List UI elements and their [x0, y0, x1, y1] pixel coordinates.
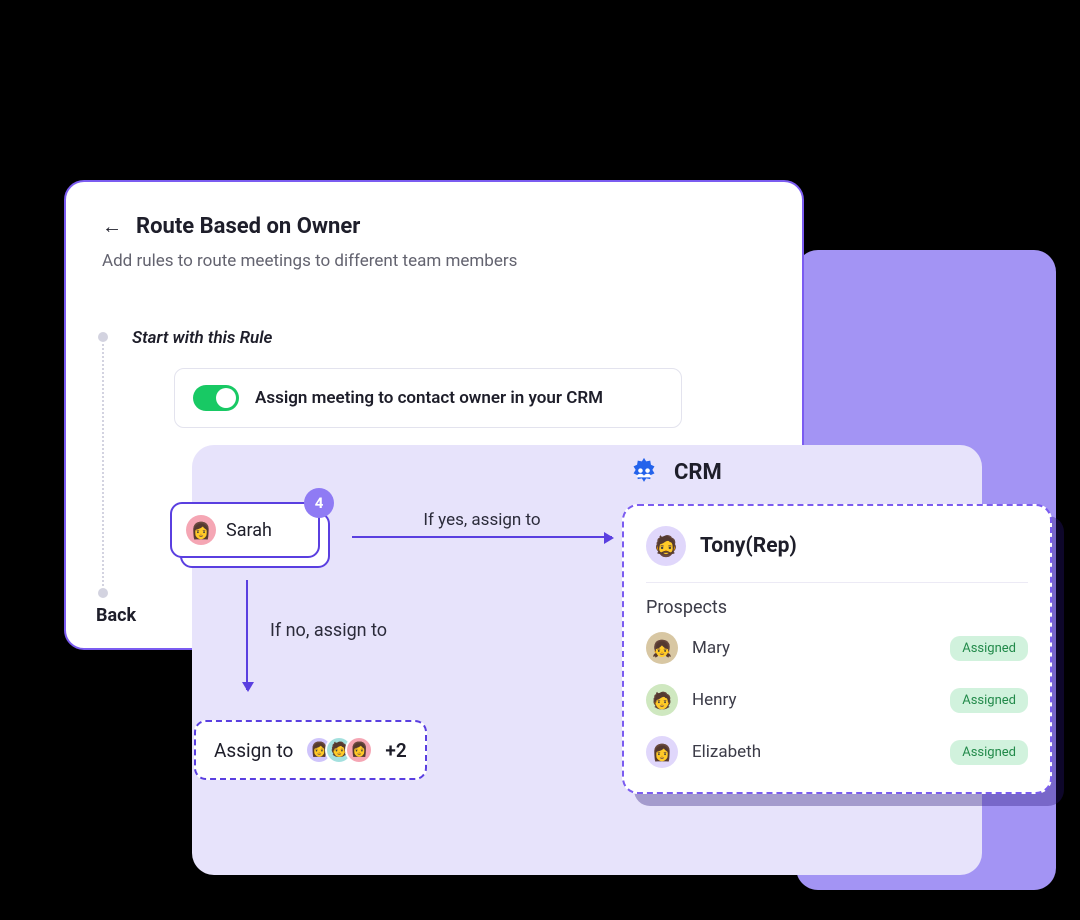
crm-rep-row: 🧔 Tony(Rep) [646, 526, 1028, 583]
rule-section-label: Start with this Rule [132, 328, 272, 348]
avatar: 👩 [646, 736, 678, 768]
prospect-name: Mary [692, 638, 936, 658]
assign-to-chip[interactable]: Assign to 👩 🧑 👩 +2 [194, 720, 427, 780]
arrow-icon [352, 536, 612, 538]
avatar: 👩 [345, 736, 373, 764]
contact-chip[interactable]: 👩 Sarah 4 [170, 502, 320, 558]
page-title: Route Based on Owner [136, 214, 360, 239]
status-badge: Assigned [950, 688, 1028, 713]
avatar: 🧑 [646, 684, 678, 716]
crm-title: CRM [674, 460, 722, 485]
prospect-row: 🧑 Henry Assigned [646, 674, 1028, 726]
timeline-dot [98, 588, 108, 598]
crm-section: CRM 🧔 Tony(Rep) Prospects 👧 Mary Assigne… [622, 454, 1052, 794]
prospect-name: Elizabeth [692, 742, 936, 762]
page-subtitle: Add rules to route meetings to different… [102, 251, 766, 271]
status-badge: Assigned [950, 636, 1028, 661]
back-button[interactable]: Back [96, 605, 136, 626]
crm-panel: 🧔 Tony(Rep) Prospects 👧 Mary Assigned 🧑 … [622, 504, 1052, 794]
toggle-knob [216, 388, 236, 408]
contact-name: Sarah [226, 520, 272, 541]
toggle-label: Assign meeting to contact owner in your … [255, 388, 603, 408]
toggle-assign-owner[interactable] [193, 385, 239, 411]
flow-arrow-no: If no, assign to [242, 580, 248, 690]
timeline-dot [98, 332, 108, 342]
flow-yes-label: If yes, assign to [352, 510, 612, 530]
prospect-name: Henry [692, 690, 936, 710]
contact-count-badge: 4 [304, 488, 334, 518]
avatar-stack: 👩 🧑 👩 [305, 736, 373, 764]
prospects-heading: Prospects [646, 597, 1028, 618]
back-arrow-icon[interactable]: ← [102, 214, 122, 239]
timeline-line [102, 344, 104, 586]
assign-label: Assign to [214, 739, 293, 762]
rep-name: Tony(Rep) [700, 534, 797, 558]
flow-arrow-yes: If yes, assign to [352, 510, 612, 538]
gear-group-icon [626, 454, 662, 490]
rule-box: Assign meeting to contact owner in your … [174, 368, 682, 428]
assign-extra-count: +2 [385, 739, 406, 762]
prospect-row: 👩 Elizabeth Assigned [646, 726, 1028, 778]
prospect-row: 👧 Mary Assigned [646, 622, 1028, 674]
avatar: 👩 [186, 515, 216, 545]
status-badge: Assigned [950, 740, 1028, 765]
timeline [98, 332, 110, 598]
avatar: 👧 [646, 632, 678, 664]
flow-no-label: If no, assign to [270, 620, 450, 641]
avatar: 🧔 [646, 526, 686, 566]
arrow-icon [246, 580, 248, 690]
